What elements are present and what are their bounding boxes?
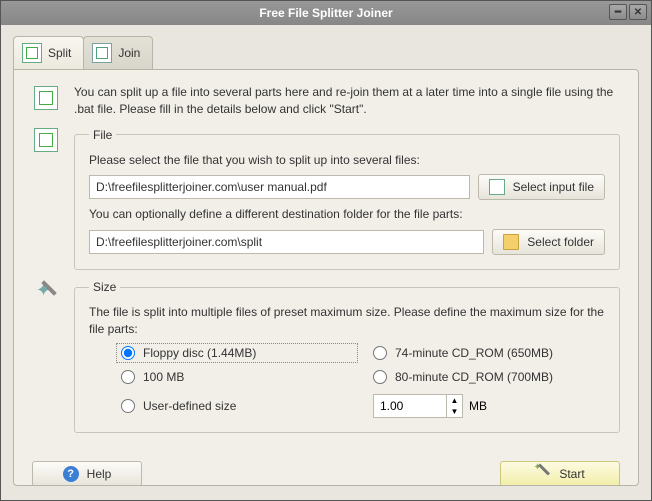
folder-icon	[503, 234, 519, 250]
start-button[interactable]: Start	[500, 461, 620, 486]
size-fieldset: Size The file is split into multiple fil…	[74, 280, 620, 433]
spin-up-icon[interactable]: ▲	[447, 395, 462, 406]
button-label: Start	[559, 467, 584, 481]
radio-input[interactable]	[121, 399, 135, 413]
button-label: Select folder	[527, 235, 594, 249]
size-desc: The file is split into multiple files of…	[89, 304, 605, 338]
split-icon	[22, 43, 42, 63]
app-window: Free File Splitter Joiner ━ ✕ Split Join…	[0, 0, 652, 501]
file-icon	[489, 179, 505, 195]
radio-74cd[interactable]: 74-minute CD_ROM (650MB)	[373, 346, 605, 360]
help-icon: ?	[63, 466, 79, 482]
window-title: Free File Splitter Joiner	[259, 6, 392, 20]
file-select-label: Please select the file that you wish to …	[89, 152, 605, 169]
radio-label: User-defined size	[143, 399, 236, 413]
wand-icon	[34, 280, 58, 304]
radio-input[interactable]	[373, 370, 387, 384]
select-input-file-button[interactable]: Select input file	[478, 174, 605, 200]
client-area: Split Join You can split up a file into …	[1, 25, 651, 500]
info-icon	[34, 86, 58, 110]
join-icon	[92, 43, 112, 63]
radio-label: Floppy disc (1.44MB)	[143, 346, 256, 360]
split-panel: You can split up a file into several par…	[13, 69, 639, 486]
custom-size-row: 1.00 ▲ ▼ MB	[373, 394, 605, 418]
tab-strip: Split Join	[13, 35, 639, 69]
radio-input[interactable]	[121, 370, 135, 384]
size-legend: Size	[89, 280, 120, 294]
radio-input[interactable]	[373, 346, 387, 360]
start-icon	[535, 466, 551, 482]
footer: ? Help Start	[32, 461, 620, 486]
tab-join[interactable]: Join	[83, 36, 153, 69]
file-section-icon	[34, 128, 58, 152]
radio-label: 100 MB	[143, 370, 184, 384]
file-legend: File	[89, 128, 116, 142]
radio-input[interactable]	[121, 346, 135, 360]
radio-floppy[interactable]: Floppy disc (1.44MB)	[117, 344, 357, 362]
tab-label: Join	[118, 46, 140, 60]
titlebar: Free File Splitter Joiner ━ ✕	[1, 1, 651, 25]
custom-size-spinner[interactable]: 1.00 ▲ ▼	[373, 394, 463, 418]
dest-folder-path[interactable]	[89, 230, 484, 254]
minimize-button[interactable]: ━	[609, 4, 627, 20]
custom-size-unit: MB	[469, 399, 487, 413]
tab-split[interactable]: Split	[13, 36, 84, 69]
close-button[interactable]: ✕	[629, 4, 647, 20]
custom-size-value: 1.00	[374, 399, 446, 413]
radio-100mb[interactable]: 100 MB	[121, 370, 353, 384]
intro-text: You can split up a file into several par…	[74, 84, 620, 118]
radio-label: 80-minute CD_ROM (700MB)	[395, 370, 553, 384]
radio-user-defined[interactable]: User-defined size	[121, 394, 353, 418]
button-label: Select input file	[513, 180, 594, 194]
help-button[interactable]: ? Help	[32, 461, 142, 486]
button-label: Help	[87, 467, 112, 481]
spin-down-icon[interactable]: ▼	[447, 406, 462, 417]
radio-label: 74-minute CD_ROM (650MB)	[395, 346, 553, 360]
file-fieldset: File Please select the file that you wis…	[74, 128, 620, 271]
select-folder-button[interactable]: Select folder	[492, 229, 605, 255]
dest-label: You can optionally define a different de…	[89, 206, 605, 223]
input-file-path[interactable]	[89, 175, 470, 199]
tab-label: Split	[48, 46, 71, 60]
radio-80cd[interactable]: 80-minute CD_ROM (700MB)	[373, 370, 605, 384]
